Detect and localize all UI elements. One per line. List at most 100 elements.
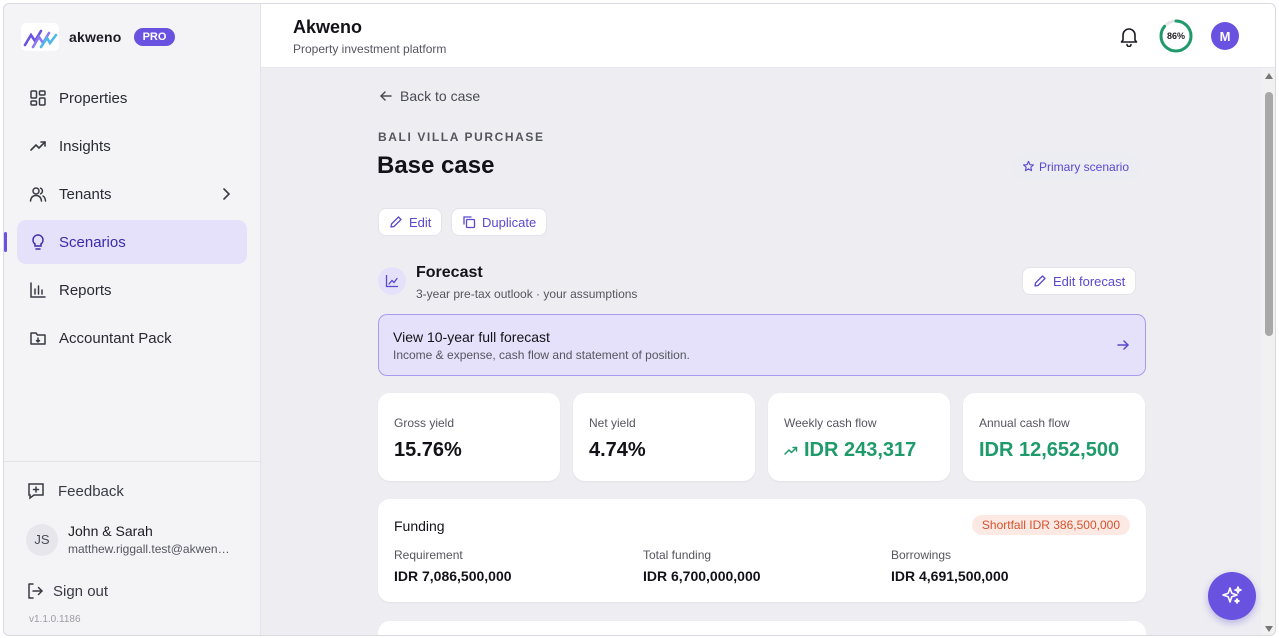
sign-out-button[interactable]: Sign out [26,582,108,600]
ai-assistant-button[interactable] [1208,572,1256,620]
stat-value-row: IDR 243,317 [784,439,916,462]
profile-progress[interactable]: 86% [1158,18,1194,54]
stat-value: 15.76% [394,439,462,461]
sidebar-item-insights[interactable]: Insights [17,124,247,168]
stat-label: Gross yield [394,416,455,430]
forecast-subtitle: 3-year pre-tax outlook · your assumption… [416,287,638,301]
sidebar-item-reports[interactable]: Reports [17,268,247,312]
funding-value: IDR 7,086,500,000 [394,568,512,584]
app-subtitle: Property investment platform [293,42,447,56]
sidebar-item-tenants[interactable]: Tenants [17,172,247,216]
trending-up-icon [784,446,798,455]
forecast-title: Forecast [416,264,483,281]
funding-value: IDR 6,700,000,000 [643,568,761,584]
progress-text: 86% [1166,31,1185,41]
scroll-down-arrow-icon[interactable] [1265,626,1273,632]
funding-value: IDR 4,691,500,000 [891,568,1009,584]
sidebar-item-properties[interactable]: Properties [17,76,247,120]
sparkles-icon [1222,586,1242,604]
funding-card: Funding Shortfall IDR 386,500,000 Requir… [378,499,1146,602]
sidebar-item-label: Accountant Pack [59,329,172,347]
feedback-icon [28,483,44,500]
duplicate-button[interactable]: Duplicate [451,208,548,236]
sidebar-item-label: Tenants [59,185,112,203]
edit-label: Edit [409,214,432,230]
top-header: Akweno Property investment platform 86% … [261,4,1275,68]
sidebar-item-label: Scenarios [59,233,126,251]
user-avatar[interactable]: M [1211,22,1239,50]
app-window: akweno PRO Properties Insights Tenants S… [3,3,1276,636]
copy-icon [463,216,476,229]
scroll-thumb[interactable] [1265,92,1273,336]
funding-label: Borrowings [891,548,952,562]
full-forecast-title: View 10-year full forecast [393,329,550,345]
brand[interactable]: akweno PRO [21,23,176,51]
full-forecast-link[interactable]: View 10-year full forecast Income & expe… [378,314,1146,376]
stat-label: Net yield [589,416,636,430]
folder-icon [29,329,47,347]
stat-card-gross-yield: Gross yield 15.76% [378,393,560,481]
sidebar: akweno PRO Properties Insights Tenants S… [4,4,261,635]
stat-card-weekly-cash-flow: Weekly cash flow IDR 243,317 [768,393,950,481]
pro-badge: PRO [133,28,176,46]
pencil-icon [1034,275,1046,287]
stat-label: Weekly cash flow [784,416,877,430]
funding-borrowings: Borrowings IDR 4,691,500,000 [891,548,1009,584]
user-profile[interactable]: JS John & Sarah matthew.riggall.test@akw… [26,523,236,556]
funding-total: Total funding IDR 6,700,000,000 [643,548,761,584]
sidebar-item-label: Insights [59,137,111,155]
users-icon [29,185,47,203]
back-label: Back to case [400,88,481,104]
scrollbar[interactable] [1261,68,1275,635]
pencil-icon [390,216,402,228]
trending-icon [29,137,47,155]
feedback-button[interactable]: Feedback [26,481,124,501]
grid-icon [29,89,47,107]
avatar: JS [26,523,58,556]
main-content: Back to case BALI VILLA PURCHASE Base ca… [261,68,1261,635]
stat-value: IDR 12,652,500 [979,439,1120,461]
funding-label: Total funding [643,548,712,562]
stat-card-annual-cash-flow: Annual cash flow IDR 12,652,500 [963,393,1145,481]
lightbulb-icon [29,233,47,251]
duplicate-label: Duplicate [482,214,537,230]
full-forecast-subtitle: Income & expense, cash flow and statemen… [393,348,690,362]
sidebar-item-label: Properties [59,89,128,107]
edit-forecast-label: Edit forecast [1053,273,1126,289]
stat-card-net-yield: Net yield 4.74% [573,393,755,481]
sign-out-icon [28,583,43,599]
app-title: Akweno [293,17,363,37]
forecast-icon [378,267,406,295]
page-title: Base case [377,152,495,179]
brand-name: akweno [69,29,122,45]
sidebar-item-accountant-pack[interactable]: Accountant Pack [17,316,247,360]
bell-icon[interactable] [1118,25,1140,47]
scroll-up-arrow-icon[interactable] [1265,73,1273,79]
logo-icon [21,23,59,51]
user-email: matthew.riggall.test@akweno.com [68,542,236,556]
stat-label: Annual cash flow [979,416,1070,430]
sidebar-nav: Properties Insights Tenants Scenarios Re… [4,76,247,364]
version-label: v1.1.0.1186 [29,614,81,625]
edit-button[interactable]: Edit [378,208,443,236]
star-icon [1023,160,1034,172]
bar-chart-icon [29,281,47,299]
feedback-label: Feedback [58,482,124,500]
funding-requirement: Requirement IDR 7,086,500,000 [394,548,512,584]
sign-out-label: Sign out [53,582,109,600]
case-eyebrow: BALI VILLA PURCHASE [378,130,545,144]
stat-value: IDR 243,317 [804,439,917,461]
arrow-right-icon [1117,340,1129,350]
arrow-left-icon [380,91,392,101]
shortfall-badge: Shortfall IDR 386,500,000 [971,515,1130,535]
sidebar-item-label: Reports [59,281,112,299]
stat-value: 4.74% [589,439,646,461]
chevron-right-icon [223,188,231,200]
sidebar-item-scenarios[interactable]: Scenarios [4,220,247,264]
primary-scenario-badge[interactable]: Primary scenario [1012,153,1140,180]
next-section-card [378,621,1146,635]
sidebar-footer: Feedback JS John & Sarah matthew.riggall… [4,461,260,625]
user-name: John & Sarah [68,523,153,539]
back-link[interactable]: Back to case [378,88,480,104]
edit-forecast-button[interactable]: Edit forecast [1022,267,1137,295]
